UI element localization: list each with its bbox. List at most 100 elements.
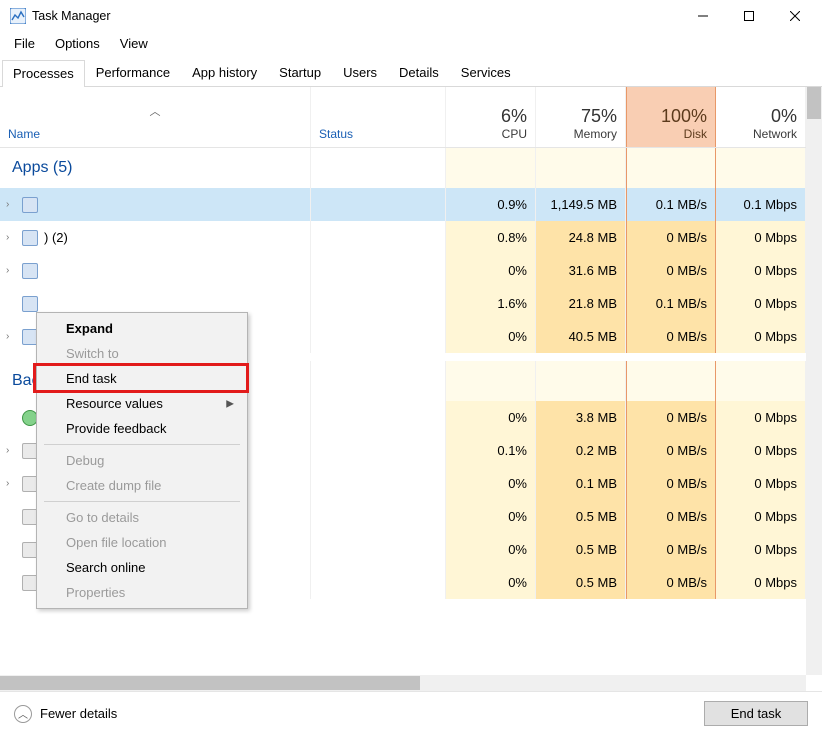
- col-cpu[interactable]: 6% CPU: [446, 87, 536, 147]
- process-name: ) (2): [44, 230, 68, 245]
- mem-cell: 21.8 MB: [536, 287, 626, 320]
- tab-details[interactable]: Details: [388, 59, 450, 86]
- disk-cell: 0 MB/s: [626, 467, 716, 500]
- expand-chevron-icon[interactable]: ›: [6, 232, 16, 243]
- col-memory[interactable]: 75% Memory: [536, 87, 626, 147]
- col-name[interactable]: ︿ Name: [0, 87, 311, 147]
- expand-chevron-icon[interactable]: ›: [6, 199, 16, 210]
- menu-options[interactable]: Options: [47, 34, 108, 53]
- category-apps[interactable]: Apps (5): [0, 148, 806, 188]
- cpu-cell: 0%: [446, 467, 536, 500]
- context-menu: Expand Switch to End task Resource value…: [36, 312, 248, 609]
- ctx-open-file-loc: Open file location: [40, 530, 244, 555]
- menu-file[interactable]: File: [6, 34, 43, 53]
- end-task-button[interactable]: End task: [704, 701, 808, 726]
- menu-view[interactable]: View: [112, 34, 156, 53]
- disk-cell: 0 MB/s: [626, 254, 716, 287]
- mem-cell: 31.6 MB: [536, 254, 626, 287]
- status-cell: [311, 434, 446, 467]
- disk-cell: 0 MB/s: [626, 533, 716, 566]
- ctx-resource-values[interactable]: Resource values▶: [40, 391, 244, 416]
- tab-processes[interactable]: Processes: [2, 60, 85, 87]
- disk-cell: 0 MB/s: [626, 221, 716, 254]
- ctx-go-to-details: Go to details: [40, 505, 244, 530]
- net-cell: 0 Mbps: [716, 533, 806, 566]
- vertical-scrollbar[interactable]: [806, 87, 822, 675]
- expand-chevron-icon[interactable]: ›: [6, 265, 16, 276]
- menubar: File Options View: [0, 32, 822, 55]
- status-cell: [311, 287, 446, 320]
- mem-cell: 1,149.5 MB: [536, 188, 626, 221]
- window-title: Task Manager: [32, 9, 111, 23]
- cpu-cell: 1.6%: [446, 287, 536, 320]
- process-icon: [22, 197, 38, 213]
- net-cell: 0 Mbps: [716, 221, 806, 254]
- ctx-properties: Properties: [40, 580, 244, 605]
- col-disk[interactable]: 100% Disk: [626, 87, 716, 147]
- col-network-pct: 0%: [724, 106, 797, 127]
- table-row[interactable]: › ) (2) 0.8% 24.8 MB 0 MB/s 0 Mbps: [0, 221, 806, 254]
- content-area: ︿ Name Status 6% CPU 75% Memory 100% Dis…: [0, 87, 822, 691]
- app-icon: [10, 8, 26, 24]
- mem-cell: 0.5 MB: [536, 566, 626, 599]
- vscroll-thumb[interactable]: [807, 87, 821, 119]
- process-icon: [22, 296, 38, 312]
- tab-app-history[interactable]: App history: [181, 59, 268, 86]
- table-row[interactable]: › 0% 31.6 MB 0 MB/s 0 Mbps: [0, 254, 806, 287]
- cpu-cell: 0%: [446, 320, 536, 353]
- cpu-cell: 0.8%: [446, 221, 536, 254]
- col-disk-label: Disk: [635, 127, 707, 147]
- process-icon: [22, 263, 38, 279]
- minimize-button[interactable]: [680, 0, 726, 32]
- net-cell: 0.1 Mbps: [716, 188, 806, 221]
- status-cell: [311, 401, 446, 434]
- table-row[interactable]: › 0.9% 1,149.5 MB 0.1 MB/s 0.1 Mbps: [0, 188, 806, 221]
- col-name-label: Name: [8, 127, 302, 147]
- ctx-provide-feedback[interactable]: Provide feedback: [40, 416, 244, 441]
- close-button[interactable]: [772, 0, 818, 32]
- net-cell: 0 Mbps: [716, 467, 806, 500]
- tab-users[interactable]: Users: [332, 59, 388, 86]
- tab-services[interactable]: Services: [450, 59, 522, 86]
- net-cell: 0 Mbps: [716, 287, 806, 320]
- cpu-cell: 0%: [446, 533, 536, 566]
- expand-chevron-icon[interactable]: ›: [6, 478, 16, 489]
- fewer-details-button[interactable]: ︿ Fewer details: [14, 705, 117, 723]
- status-cell: [311, 467, 446, 500]
- col-memory-label: Memory: [544, 127, 617, 147]
- status-cell: [311, 254, 446, 287]
- status-cell: [311, 320, 446, 353]
- expand-chevron-icon[interactable]: ›: [6, 445, 16, 456]
- task-manager-window: Task Manager File Options View Processes…: [0, 0, 822, 735]
- maximize-button[interactable]: [726, 0, 772, 32]
- ctx-switch-to: Switch to: [40, 341, 244, 366]
- sort-indicator-icon: ︿: [150, 103, 161, 119]
- disk-cell: 0.1 MB/s: [626, 287, 716, 320]
- ctx-separator: [44, 501, 240, 502]
- horizontal-scrollbar[interactable]: [0, 675, 806, 691]
- status-cell: [311, 500, 446, 533]
- footer: ︿ Fewer details End task: [0, 691, 822, 735]
- expand-chevron-icon[interactable]: ›: [6, 331, 16, 342]
- titlebar: Task Manager: [0, 0, 822, 32]
- hscroll-thumb[interactable]: [0, 676, 420, 690]
- ctx-search-online[interactable]: Search online: [40, 555, 244, 580]
- col-cpu-label: CPU: [454, 127, 527, 147]
- tab-performance[interactable]: Performance: [85, 59, 181, 86]
- ctx-end-task[interactable]: End task: [40, 366, 244, 391]
- net-cell: 0 Mbps: [716, 500, 806, 533]
- net-cell: 0 Mbps: [716, 566, 806, 599]
- disk-cell: 0 MB/s: [626, 401, 716, 434]
- disk-cell: 0 MB/s: [626, 434, 716, 467]
- net-cell: 0 Mbps: [716, 254, 806, 287]
- col-network[interactable]: 0% Network: [716, 87, 806, 147]
- status-cell: [311, 188, 446, 221]
- cpu-cell: 0%: [446, 254, 536, 287]
- tab-startup[interactable]: Startup: [268, 59, 332, 86]
- mem-cell: 3.8 MB: [536, 401, 626, 434]
- mem-cell: 0.5 MB: [536, 533, 626, 566]
- col-status-label: Status: [319, 127, 437, 147]
- col-memory-pct: 75%: [544, 106, 617, 127]
- col-status[interactable]: Status: [311, 87, 446, 147]
- ctx-expand[interactable]: Expand: [40, 316, 244, 341]
